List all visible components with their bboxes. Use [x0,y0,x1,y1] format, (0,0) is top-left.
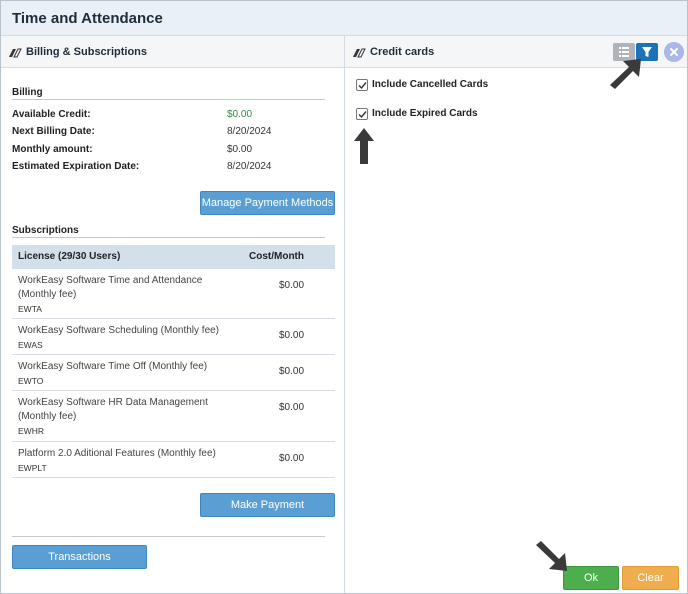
transactions-button[interactable]: Transactions [12,545,147,569]
subscription-name: WorkEasy Software Time and Attendance (M… [18,275,203,300]
subscriptions-section-divider [12,237,325,238]
subscription-name: WorkEasy Software Time Off (Monthly fee) [18,361,208,372]
annotation-arrow-icon [536,541,567,571]
subscription-cost: $0.00 [279,330,305,341]
subscription-name: Platform 2.0 Aditional Features (Monthly… [18,448,216,459]
license-column-header: License (29/30 Users) [18,251,121,262]
panel-handle-icon [9,48,22,58]
subscription-code: EWPLT [18,463,47,473]
make-payment-button[interactable]: Make Payment [200,493,335,517]
subscriptions-section-title: Subscriptions [12,225,79,236]
subscription-cost: $0.00 [279,402,305,413]
billing-panel-header: Billing & Subscriptions [1,36,344,68]
available-credit-label: Available Credit: [12,109,91,120]
subscription-name: WorkEasy Software Scheduling (Monthly fe… [18,325,220,336]
next-billing-date-value: 8/20/2024 [227,126,272,137]
subscription-name: WorkEasy Software HR Data Management (Mo… [18,397,208,422]
available-credit-value: $0.00 [227,109,253,120]
subscriptions-table: License (29/30 Users) Cost/Month WorkEas… [12,245,335,478]
subscription-code: EWTO [18,376,44,386]
monthly-amount-value: $0.00 [227,144,253,155]
cost-column-header: Cost/Month [249,251,304,262]
expiration-date-label: Estimated Expiration Date: [12,161,140,172]
subscription-row: WorkEasy Software Scheduling (Monthly fe… [12,319,335,355]
annotation-arrow-icon [610,59,641,89]
subscriptions-table-header: License (29/30 Users) Cost/Month [12,245,335,269]
credit-cards-panel-title: Credit cards [370,46,435,58]
subscription-row: WorkEasy Software HR Data Management (Mo… [12,391,335,442]
subscription-row: WorkEasy Software Time and Attendance (M… [12,269,335,319]
monthly-amount-label: Monthly amount: [12,144,93,155]
subscription-cost: $0.00 [279,366,305,377]
include-expired-cards-checkbox[interactable] [356,108,368,120]
credit-cards-panel: Credit cards Include Cancelled Cards Inc… [345,36,687,593]
ok-button[interactable]: Ok [563,566,619,590]
expiration-date-value: 8/20/2024 [227,161,272,172]
billing-panel-title: Billing & Subscriptions [26,46,148,58]
subscription-cost: $0.00 [279,280,305,291]
time-attendance-dialog: Time and Attendance Billing & Subscripti… [0,0,688,594]
dialog-title-bar: Time and Attendance [1,1,687,36]
include-cancelled-cards-checkbox[interactable] [356,79,368,91]
close-panel-button[interactable] [664,42,684,62]
manage-payment-methods-button[interactable]: Manage Payment Methods [200,191,335,215]
next-billing-date-label: Next Billing Date: [12,126,95,137]
subscription-code: EWHR [18,426,44,436]
subscription-cost: $0.00 [279,453,305,464]
billing-section-divider [12,99,325,100]
billing-panel: Billing & Subscriptions Billing Availabl… [1,36,345,593]
clear-button[interactable]: Clear [622,566,679,590]
bottom-divider [12,536,325,537]
subscription-code: EWTA [18,304,42,314]
subscription-row: Platform 2.0 Aditional Features (Monthly… [12,442,335,478]
include-cancelled-cards-label: Include Cancelled Cards [372,79,489,90]
subscription-row: WorkEasy Software Time Off (Monthly fee)… [12,355,335,391]
panel-handle-icon [353,48,366,58]
checkmark-icon [358,111,367,119]
include-expired-cards-label: Include Expired Cards [372,108,478,119]
annotation-arrow-icon [354,128,374,164]
dialog-title: Time and Attendance [12,10,163,27]
checkmark-icon [358,82,367,90]
close-icon [670,48,678,56]
subscription-code: EWAS [18,340,43,350]
billing-section-title: Billing [12,87,43,98]
